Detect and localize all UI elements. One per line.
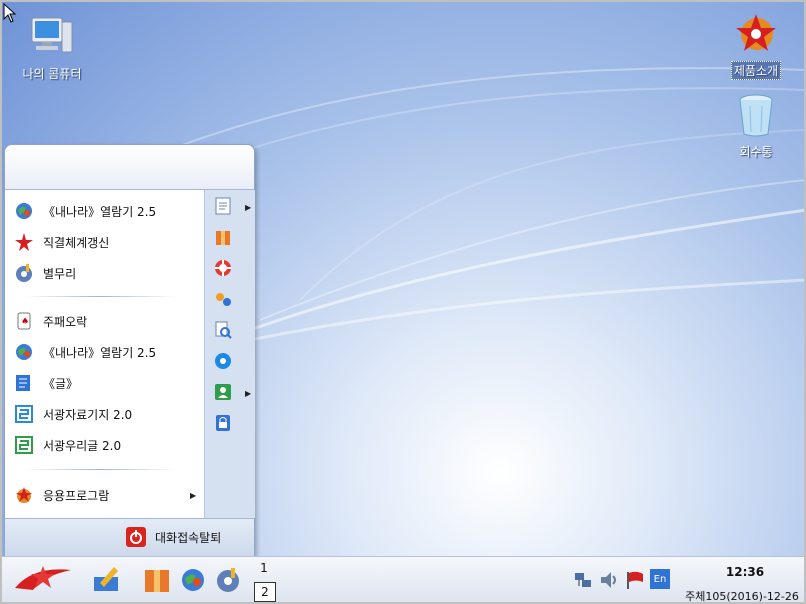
workspace-2[interactable]: 2 — [254, 582, 276, 602]
menu-item-music-player[interactable]: 별무리 — [13, 260, 199, 286]
search-icon[interactable] — [211, 318, 235, 342]
user-icon[interactable] — [211, 380, 235, 404]
volume-icon[interactable] — [598, 569, 620, 591]
start-button[interactable] — [12, 561, 74, 597]
desktop-icon-label: 제품소개 — [730, 61, 782, 80]
start-menu-programs: 《내나라》열람기 2.5 직결체계갱신 별무리 ♠ 주패오락 《내나라》열람기 … — [5, 190, 204, 518]
computer-icon — [31, 17, 73, 53]
music-player-icon — [13, 262, 35, 284]
logout-button[interactable]: 대화접속탈퇴 — [125, 525, 221, 549]
word-processor-icon — [13, 372, 35, 394]
red-star-logo-icon — [15, 566, 71, 590]
applications-icon — [13, 484, 35, 506]
submenu-arrow-icon: ▶ — [245, 389, 252, 398]
globe-browser-icon — [13, 341, 35, 363]
network-icon[interactable] — [572, 569, 596, 591]
menu-item-system-update[interactable]: 직결체계갱신 — [13, 229, 199, 255]
menu-separator — [25, 469, 175, 470]
submenu-arrow-icon: ▶ — [245, 203, 252, 212]
logout-label: 대화접속탈퇴 — [155, 530, 222, 545]
input-method-label: En — [653, 573, 667, 585]
desktop-icon-label: 회수통 — [739, 145, 773, 159]
submenu-arrow-icon: ▶ — [190, 491, 197, 500]
launcher-package[interactable] — [140, 563, 174, 597]
desktop-icon-my-computer[interactable]: 나의 콤퓨터 — [12, 14, 92, 82]
menu-item-word-processor[interactable]: 《글》 — [13, 370, 199, 396]
start-menu-shortcuts: ▶ ▶ — [204, 190, 255, 518]
desktop-icon-label: 나의 콤퓨터 — [22, 67, 82, 81]
menu-item-text-editor[interactable]: 서광우리글 2.0 — [13, 432, 199, 458]
help-lifebuoy-icon[interactable] — [211, 256, 235, 280]
power-icon — [126, 527, 146, 547]
desktop: 나의 콤퓨터 제품소개 회수통 《내나라》열람기 2.5 직결체계갱신 별무리 … — [0, 0, 806, 604]
launcher-edit[interactable] — [88, 563, 124, 597]
package-icon — [145, 570, 169, 592]
clock-date: 주체105(2016)-12-26 — [685, 590, 799, 603]
music-player-icon — [217, 568, 239, 592]
red-star-update-icon — [13, 231, 35, 253]
launcher-music[interactable] — [212, 565, 244, 595]
desktop-icon-trash[interactable]: 회수통 — [716, 92, 796, 160]
start-menu: 《내나라》열람기 2.5 직결체계갱신 별무리 ♠ 주패오락 《내나라》열람기 … — [4, 144, 255, 556]
menu-item-card-game[interactable]: ♠ 주패오락 — [13, 308, 199, 334]
red-star-logo-icon — [736, 14, 776, 51]
menu-item-applications[interactable]: 응용프로그람 — [13, 482, 199, 508]
mouse-cursor-icon — [3, 3, 17, 23]
menu-item-database[interactable]: 서광자료기지 2.0 — [13, 401, 199, 427]
svg-text:♠: ♠ — [21, 317, 29, 327]
desktop-icon-product-intro[interactable]: 제품소개 — [716, 10, 796, 80]
documents-icon[interactable] — [211, 194, 235, 218]
menu-item-browser[interactable]: 《내나라》열람기 2.5 — [13, 198, 199, 224]
lock-icon[interactable] — [211, 411, 235, 435]
clock-time[interactable]: 12:36 — [720, 565, 770, 579]
flag-icon[interactable] — [624, 569, 646, 591]
package-icon[interactable] — [211, 225, 235, 249]
trash-icon — [739, 94, 773, 137]
start-menu-header — [5, 145, 254, 190]
input-method-button[interactable]: En — [650, 569, 670, 589]
launcher-browser[interactable] — [178, 565, 208, 595]
settings-gear-icon[interactable] — [211, 349, 235, 373]
tools-icon[interactable] — [211, 287, 235, 311]
database-icon — [13, 403, 35, 425]
globe-browser-icon — [182, 569, 204, 591]
menu-separator — [25, 296, 175, 297]
text-editor-icon — [13, 434, 35, 456]
menu-item-browser-2[interactable]: 《내나라》열람기 2.5 — [13, 339, 199, 365]
edit-tool-icon — [94, 567, 118, 591]
card-game-icon: ♠ — [13, 310, 35, 332]
taskbar: 1 2 En 12:36 주체105(2016)-12-26 — [2, 556, 804, 603]
workspace-1[interactable]: 1 — [254, 559, 274, 577]
globe-browser-icon — [13, 200, 35, 222]
